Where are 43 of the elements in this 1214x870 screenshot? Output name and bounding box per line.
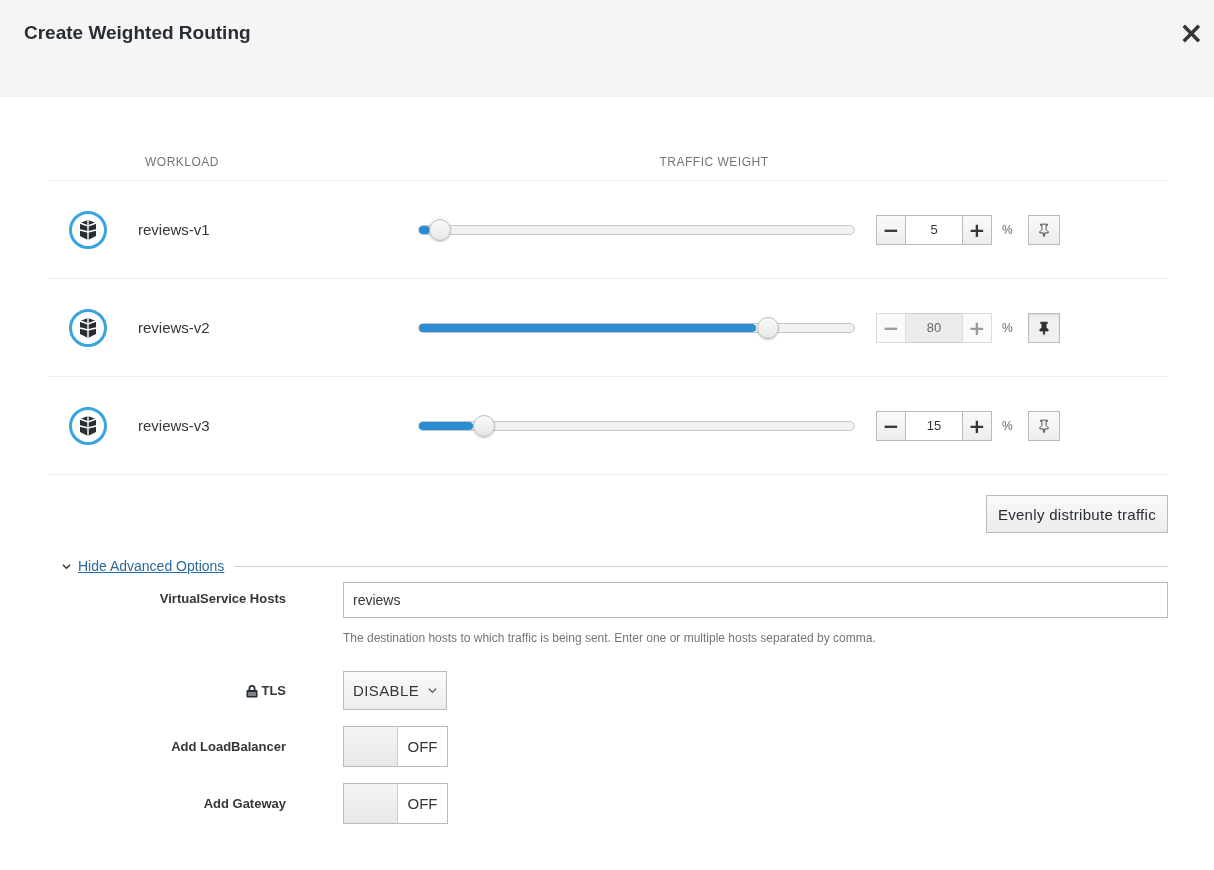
field-label: VirtualService Hosts — [159, 590, 286, 606]
toggle-switch[interactable]: OFF — [343, 783, 448, 824]
increment-button[interactable]: + — [962, 410, 992, 441]
field-label: Add Gateway — [203, 796, 286, 811]
workload-name: reviews-v3 — [138, 417, 211, 434]
weight-input[interactable]: 5 — [906, 214, 962, 245]
slider-track[interactable] — [418, 322, 855, 333]
column-header: WORKLOAD — [144, 154, 220, 169]
slider-thumb[interactable] — [472, 414, 495, 437]
help-text: The destination hosts to which traffic is being sent. Enter one or multiple hosts separated by comma. — [343, 631, 877, 645]
workload-name: reviews-v1 — [138, 221, 211, 238]
workload-icon — [68, 209, 108, 250]
field-label: TLS — [261, 683, 286, 698]
percent-label: % — [1002, 418, 1013, 433]
weight-input[interactable]: 15 — [906, 410, 962, 441]
caret-icon — [428, 686, 438, 695]
pin-button[interactable] — [1027, 312, 1060, 343]
slider-track[interactable] — [418, 420, 855, 431]
increment-button[interactable]: + — [962, 214, 992, 245]
slider-thumb[interactable] — [756, 316, 779, 339]
decrement-button[interactable]: − — [876, 410, 906, 441]
percent-label: % — [1002, 320, 1013, 335]
distribute-button[interactable]: Evenly distribute traffic — [985, 495, 1168, 533]
workload-name: reviews-v2 — [138, 319, 211, 336]
column-header: TRAFFIC WEIGHT — [658, 154, 770, 169]
close-button[interactable]: × — [1168, 17, 1214, 48]
workload-icon — [68, 405, 108, 446]
pin-icon — [1038, 320, 1049, 335]
slider-thumb[interactable] — [428, 218, 451, 241]
toggle-switch[interactable]: OFF — [343, 726, 448, 767]
advanced-toggle-link[interactable]: Hide Advanced Options — [48, 558, 225, 574]
hosts-input[interactable]: reviews — [343, 582, 1168, 618]
pin-icon — [1038, 418, 1049, 433]
slider-track[interactable] — [418, 224, 855, 235]
field-label: Add LoadBalancer — [171, 739, 286, 754]
tls-dropdown[interactable]: DISABLE — [343, 671, 448, 710]
dialog-title: Create Weighted Routing — [24, 21, 251, 44]
pin-icon — [1038, 222, 1049, 237]
percent-label: % — [1002, 222, 1013, 237]
lock-icon — [245, 683, 260, 698]
decrement-button[interactable]: − — [876, 214, 906, 245]
workload-icon — [68, 307, 108, 348]
chevron-icon — [62, 561, 71, 571]
